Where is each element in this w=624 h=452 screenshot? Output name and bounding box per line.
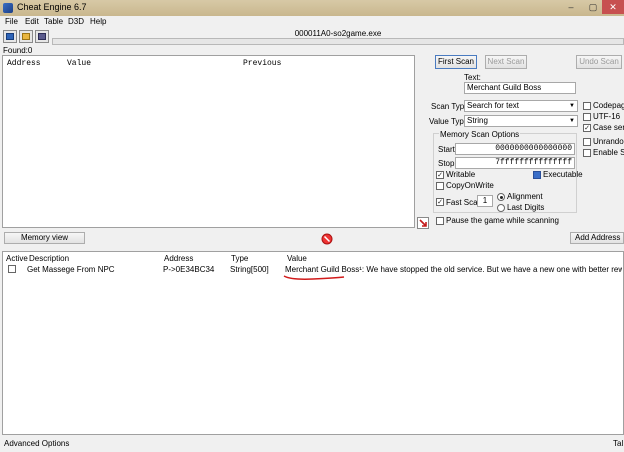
utf16-label: UTF-16 <box>593 112 621 121</box>
row-description[interactable]: Get Massege From NPC <box>27 265 115 274</box>
scan-results-list[interactable]: Address Value Previous <box>2 55 415 228</box>
start-address-input[interactable]: 0000000000000000 <box>455 143 575 155</box>
red-underline-annotation <box>283 275 345 280</box>
app-icon <box>3 3 13 13</box>
minimize-button[interactable]: – <box>560 0 582 14</box>
menu-edit[interactable]: Edit <box>25 17 39 26</box>
memory-scan-options-title: Memory Scan Options <box>439 130 521 139</box>
results-header-address[interactable]: Address <box>7 59 41 68</box>
addr-header-value[interactable]: Value <box>287 254 307 263</box>
table-extras-link[interactable]: Tal <box>613 439 623 448</box>
value-type-select[interactable]: String ▼ <box>464 115 578 127</box>
stop-label: Stop <box>438 159 455 168</box>
scan-type-label: Scan Type <box>431 102 469 111</box>
memory-view-button[interactable]: Memory view <box>4 232 85 244</box>
maximize-button[interactable]: ▢ <box>582 0 604 14</box>
unrandomizer-checkbox[interactable] <box>583 138 591 146</box>
menu-file[interactable]: File <box>5 17 18 26</box>
scan-type-select[interactable]: Search for text ▼ <box>464 100 578 112</box>
chevron-down-icon: ▼ <box>569 118 575 124</box>
save-icon[interactable] <box>35 30 49 43</box>
process-select-icon[interactable] <box>3 30 17 43</box>
speedhack-checkbox[interactable] <box>583 149 591 157</box>
executable-label: Executable <box>543 170 583 179</box>
utf16-checkbox[interactable] <box>583 113 591 121</box>
menu-help[interactable]: Help <box>90 17 106 26</box>
row-value[interactable]: Merchant Guild Boss¹: We have stopped th… <box>285 265 622 274</box>
scan-text-input[interactable]: Merchant Guild Boss <box>464 82 576 94</box>
active-checkbox[interactable] <box>8 265 16 273</box>
results-header-previous[interactable]: Previous <box>243 59 281 68</box>
codepage-checkbox[interactable] <box>583 102 591 110</box>
scan-type-value: Search for text <box>467 101 520 110</box>
writable-label: Writable <box>446 170 476 179</box>
next-scan-button[interactable]: Next Scan <box>485 55 527 69</box>
writable-checkbox[interactable] <box>436 171 444 179</box>
text-label: Text: <box>464 73 481 82</box>
unrandomizer-label: Unrandom <box>593 137 624 146</box>
addr-header-address[interactable]: Address <box>164 254 193 263</box>
row-address[interactable]: P->0E34BC34 <box>163 265 214 274</box>
fast-scan-alignment-input[interactable]: 1 <box>477 195 493 207</box>
speedhack-label: Enable Spe <box>593 148 624 157</box>
case-sensitive-checkbox[interactable] <box>583 124 591 132</box>
addr-header-description[interactable]: Description <box>29 254 69 263</box>
window-title: Cheat Engine 6.7 <box>17 2 87 12</box>
executable-checkbox[interactable] <box>533 171 541 179</box>
undo-scan-button[interactable]: Undo Scan <box>576 55 622 69</box>
start-label: Start <box>438 145 455 154</box>
addr-header-type[interactable]: Type <box>231 254 248 263</box>
add-address-manually-button[interactable]: Add Address M <box>570 232 624 244</box>
case-sensitive-label: Case sensi <box>593 123 624 132</box>
codepage-label: Codepage <box>593 101 624 110</box>
process-title: 000011A0-so2game.exe <box>294 29 382 38</box>
found-count: Found:0 <box>3 46 33 55</box>
copy-on-write-checkbox[interactable] <box>436 182 444 190</box>
value-type-value: String <box>467 116 488 125</box>
pause-game-label: Pause the game while scanning <box>446 216 559 225</box>
chevron-down-icon: ▼ <box>569 103 575 109</box>
menu-bar: File Edit Table D3D Help <box>0 16 624 28</box>
alignment-radio[interactable] <box>497 193 505 201</box>
title-bar: Cheat Engine 6.7 – ▢ ✕ <box>0 0 624 16</box>
row-type[interactable]: String[500] <box>230 265 269 274</box>
scan-progress-bar <box>52 38 624 45</box>
close-button[interactable]: ✕ <box>602 0 624 14</box>
add-to-list-arrow-icon[interactable] <box>417 217 429 229</box>
copy-on-write-label: CopyOnWrite <box>446 181 494 190</box>
pause-game-checkbox[interactable] <box>436 217 444 225</box>
fast-scan-checkbox[interactable] <box>436 198 444 206</box>
status-bar: Advanced Options Tal <box>0 437 624 452</box>
stop-address-input[interactable]: 7fffffffffffffff <box>455 157 575 169</box>
value-type-label: Value Type <box>429 117 469 126</box>
menu-d3d[interactable]: D3D <box>68 17 84 26</box>
open-file-icon[interactable] <box>19 30 33 43</box>
last-digits-label: Last Digits <box>507 203 545 212</box>
advanced-options-link[interactable]: Advanced Options <box>4 439 69 448</box>
last-digits-radio[interactable] <box>497 204 505 212</box>
results-header-value[interactable]: Value <box>67 59 91 68</box>
no-entry-clear-icon[interactable] <box>321 233 333 245</box>
addr-header-active[interactable]: Active <box>6 254 28 263</box>
menu-table[interactable]: Table <box>44 17 63 26</box>
alignment-label: Alignment <box>507 192 543 201</box>
first-scan-button[interactable]: First Scan <box>435 55 477 69</box>
